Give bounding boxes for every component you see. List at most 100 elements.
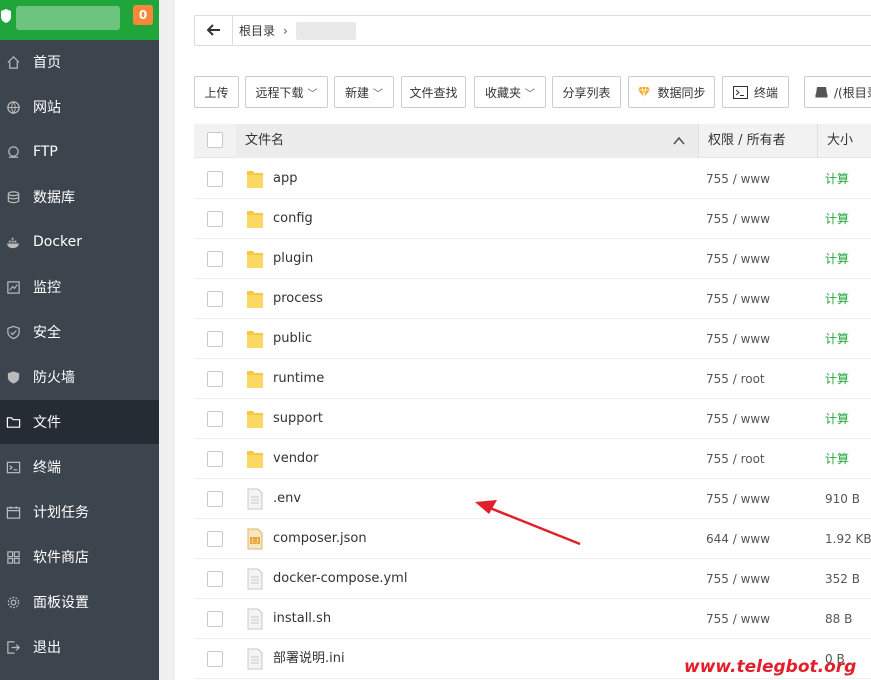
file-permission[interactable]: 755 / root bbox=[706, 359, 765, 399]
file-search-button[interactable]: 文件查找 bbox=[401, 76, 466, 108]
table-row[interactable]: install.sh 755 / www 88 B bbox=[194, 599, 871, 639]
size-header-label[interactable]: 大小 bbox=[827, 124, 853, 158]
file-name[interactable]: public bbox=[273, 319, 312, 359]
table-row[interactable]: plugin 755 / www 计算 bbox=[194, 239, 871, 279]
file-permission[interactable]: 755 / www bbox=[706, 159, 770, 199]
breadcrumb-root[interactable]: 根目录 bbox=[239, 22, 275, 39]
sidebar-item-11[interactable]: 软件商店 bbox=[0, 535, 159, 579]
disk-button[interactable]: /(根目录 bbox=[804, 76, 871, 108]
data-sync-button[interactable]: 数据同步 bbox=[628, 76, 715, 108]
row-checkbox[interactable] bbox=[207, 411, 223, 427]
sidebar-item-3[interactable]: 数据库 bbox=[0, 175, 159, 219]
file-size[interactable]: 计算 bbox=[825, 399, 849, 439]
select-all-checkbox[interactable] bbox=[207, 132, 223, 148]
file-size[interactable]: 计算 bbox=[825, 439, 849, 479]
file-size[interactable]: 计算 bbox=[825, 239, 849, 279]
file-permission[interactable]: 755 / www bbox=[706, 239, 770, 279]
file-name[interactable]: process bbox=[273, 279, 323, 319]
ftp-icon bbox=[0, 145, 33, 160]
file-size[interactable]: 计算 bbox=[825, 159, 849, 199]
file-size[interactable]: 计算 bbox=[825, 199, 849, 239]
terminal-icon bbox=[732, 85, 748, 99]
file-permission[interactable]: 755 / www bbox=[706, 399, 770, 439]
row-checkbox[interactable] bbox=[207, 251, 223, 267]
column-divider bbox=[817, 124, 818, 158]
file-permission[interactable]: 755 / www bbox=[706, 479, 770, 519]
table-row[interactable]: public 755 / www 计算 bbox=[194, 319, 871, 359]
file-name[interactable]: config bbox=[273, 199, 313, 239]
sidebar-item-5[interactable]: 监控 bbox=[0, 265, 159, 309]
json-file-icon: {;} bbox=[246, 528, 264, 550]
terminal-button[interactable]: 终端 bbox=[722, 76, 789, 108]
notification-badge[interactable]: 0 bbox=[133, 5, 153, 25]
sidebar: 0 首页 网站 FTP 数据库 Docker 监控 安全 防火墙 文件 终端 计划任务 软件商店 面板设… bbox=[0, 0, 159, 680]
row-checkbox[interactable] bbox=[207, 531, 223, 547]
file-name[interactable]: plugin bbox=[273, 239, 313, 279]
upload-button[interactable]: 上传 bbox=[194, 76, 239, 108]
file-name[interactable]: .env bbox=[273, 479, 301, 519]
chevron-up-icon[interactable] bbox=[672, 133, 686, 147]
sidebar-item-6[interactable]: 安全 bbox=[0, 310, 159, 354]
favorites-button[interactable]: 收藏夹 ﹀ bbox=[474, 76, 546, 108]
file-permission[interactable]: 755 / www bbox=[706, 559, 770, 599]
file-permission[interactable]: 644 / www bbox=[706, 519, 770, 559]
chevron-down-icon: ﹀ bbox=[525, 88, 535, 100]
table-row[interactable]: config 755 / www 计算 bbox=[194, 199, 871, 239]
table-row[interactable]: vendor 755 / root 计算 bbox=[194, 439, 871, 479]
sidebar-item-7[interactable]: 防火墙 bbox=[0, 355, 159, 399]
table-row[interactable]: support 755 / www 计算 bbox=[194, 399, 871, 439]
file-name[interactable]: vendor bbox=[273, 439, 318, 479]
row-checkbox[interactable] bbox=[207, 371, 223, 387]
file-size[interactable]: 计算 bbox=[825, 359, 849, 399]
sidebar-item-0[interactable]: 首页 bbox=[0, 40, 159, 84]
file-permission[interactable]: 755 / www bbox=[706, 319, 770, 359]
file-name[interactable]: 部署说明.ini bbox=[273, 639, 345, 679]
sidebar-item-2[interactable]: FTP bbox=[0, 130, 159, 174]
file-permission[interactable]: 755 / www bbox=[706, 279, 770, 319]
logout-icon bbox=[0, 640, 33, 655]
file-manager: 根目录 › 上传 远程下载 ﹀ 新建 ﹀ 文件查找 收藏夹 ﹀ 分享列表 数据同步 终… bbox=[175, 0, 871, 680]
folder-icon bbox=[0, 415, 33, 430]
file-name[interactable]: composer.json bbox=[273, 519, 367, 559]
row-checkbox[interactable] bbox=[207, 451, 223, 467]
row-checkbox[interactable] bbox=[207, 171, 223, 187]
file-name[interactable]: support bbox=[273, 399, 323, 439]
file-permission[interactable]: 755 / www bbox=[706, 599, 770, 639]
row-checkbox[interactable] bbox=[207, 291, 223, 307]
row-checkbox[interactable] bbox=[207, 491, 223, 507]
sidebar-item-8[interactable]: 文件 bbox=[0, 400, 159, 444]
row-checkbox[interactable] bbox=[207, 571, 223, 587]
back-button[interactable] bbox=[195, 16, 233, 45]
table-row[interactable]: process 755 / www 计算 bbox=[194, 279, 871, 319]
row-checkbox[interactable] bbox=[207, 651, 223, 667]
file-icon bbox=[246, 608, 264, 630]
row-checkbox[interactable] bbox=[207, 611, 223, 627]
perm-header-label[interactable]: 权限 / 所有者 bbox=[708, 124, 786, 158]
file-name[interactable]: docker-compose.yml bbox=[273, 559, 407, 599]
file-name[interactable]: app bbox=[273, 159, 297, 199]
folder-icon bbox=[246, 448, 264, 470]
table-row[interactable]: runtime 755 / root 计算 bbox=[194, 359, 871, 399]
file-permission[interactable]: 755 / www bbox=[706, 199, 770, 239]
row-checkbox[interactable] bbox=[207, 211, 223, 227]
file-name[interactable]: runtime bbox=[273, 359, 324, 399]
table-row[interactable]: docker-compose.yml 755 / www 352 B bbox=[194, 559, 871, 599]
sidebar-item-13[interactable]: 退出 bbox=[0, 625, 159, 669]
table-header: 文件名 权限 / 所有者 大小 bbox=[194, 124, 871, 158]
table-row[interactable]: app 755 / www 计算 bbox=[194, 159, 871, 199]
sidebar-item-12[interactable]: 面板设置 bbox=[0, 580, 159, 624]
file-size[interactable]: 计算 bbox=[825, 319, 849, 359]
remote-download-button[interactable]: 远程下载 ﹀ bbox=[245, 76, 328, 108]
file-permission[interactable]: 755 / root bbox=[706, 439, 765, 479]
sidebar-item-10[interactable]: 计划任务 bbox=[0, 490, 159, 534]
new-button[interactable]: 新建 ﹀ bbox=[334, 76, 394, 108]
file-size[interactable]: 计算 bbox=[825, 279, 849, 319]
sidebar-item-4[interactable]: Docker bbox=[0, 220, 159, 264]
row-checkbox[interactable] bbox=[207, 331, 223, 347]
share-list-button[interactable]: 分享列表 bbox=[552, 76, 621, 108]
sidebar-item-1[interactable]: 网站 bbox=[0, 85, 159, 129]
name-column-header[interactable]: 文件名 bbox=[236, 124, 698, 158]
file-name[interactable]: install.sh bbox=[273, 599, 331, 639]
file-icon bbox=[246, 488, 264, 510]
sidebar-item-9[interactable]: 终端 bbox=[0, 445, 159, 489]
